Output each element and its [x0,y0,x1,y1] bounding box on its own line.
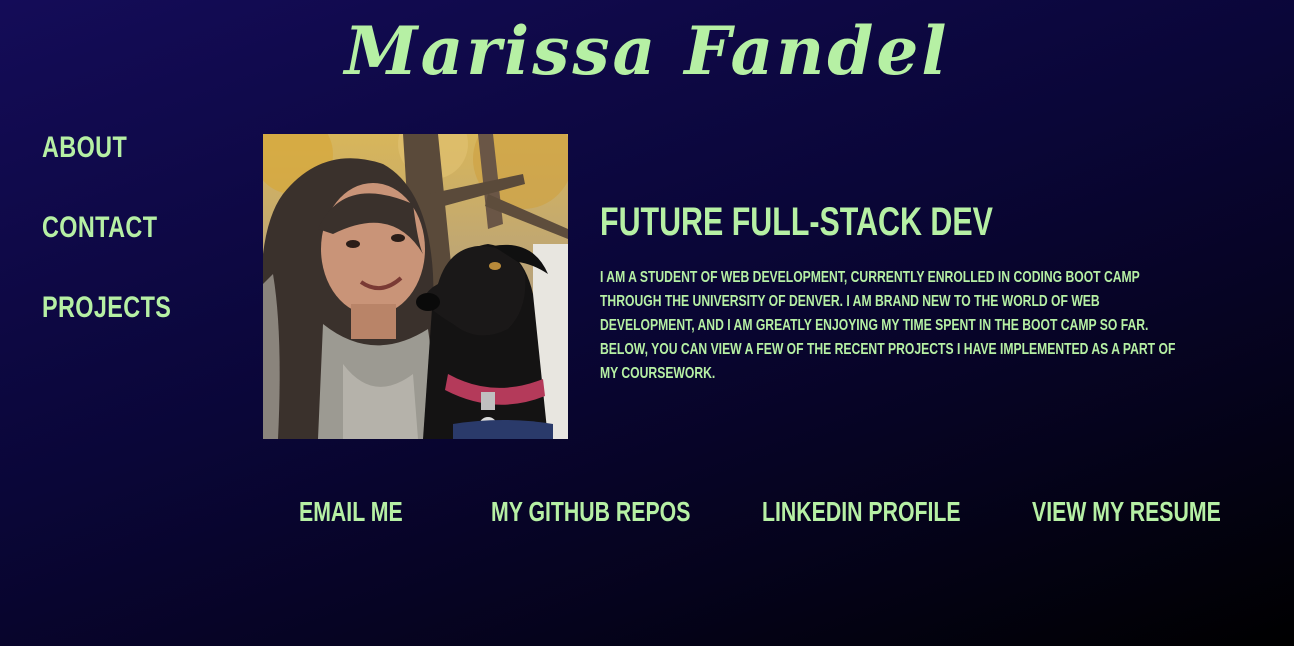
nav-link-projects[interactable]: PROJECTS [42,288,171,328]
email-link[interactable]: EMAIL ME [299,494,403,530]
contact-links: EMAIL ME MY GITHUB REPOS LINKEDIN PROFIL… [0,494,1294,534]
resume-link[interactable]: VIEW MY RESUME [1032,494,1221,530]
headline: FUTURE FULL-STACK DEV [600,200,993,244]
nav-link-contact[interactable]: CONTACT [42,208,171,248]
github-link[interactable]: MY GITHUB REPOS [491,494,690,530]
bio-text: I am a student of web development, curre… [600,269,1176,382]
site-title: Marissa Fandel [344,12,950,90]
side-nav: ABOUT CONTACT PROJECTS [42,128,208,368]
nav-link-about[interactable]: ABOUT [42,128,171,168]
linkedin-link[interactable]: LINKEDIN PROFILE [762,494,961,530]
profile-photo [263,134,568,439]
intro-section: FUTURE FULL-STACK DEV I am a student of … [600,196,1240,386]
